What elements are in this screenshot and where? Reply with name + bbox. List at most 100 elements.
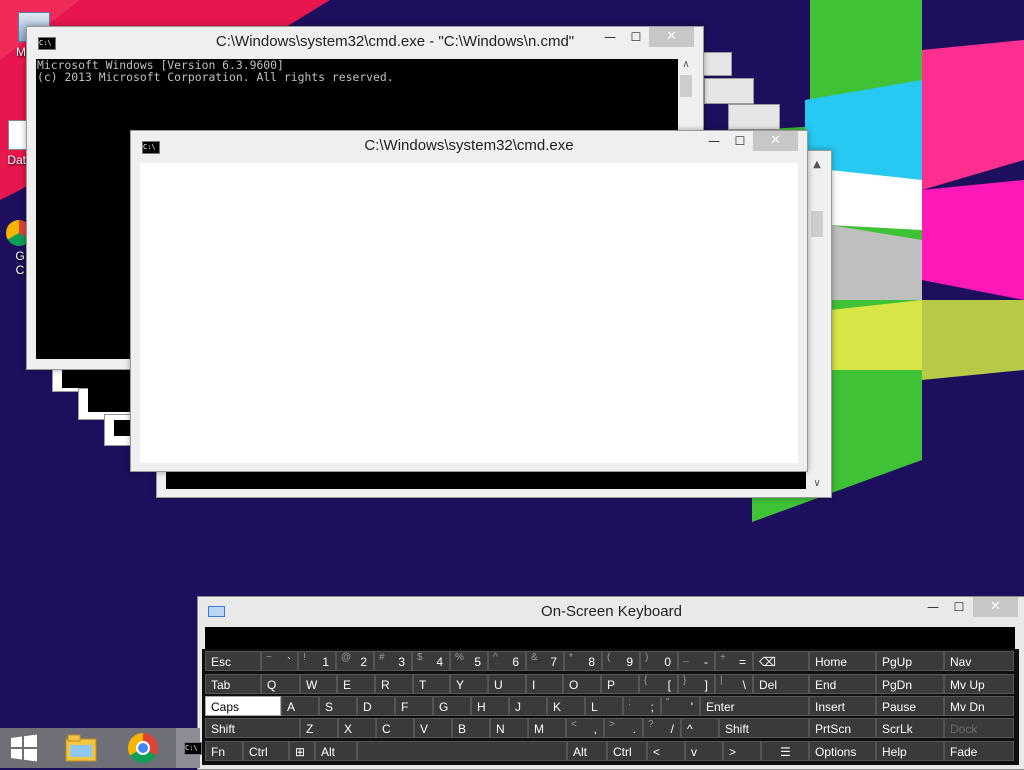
- key-c[interactable]: C: [376, 718, 414, 738]
- key-z[interactable]: Z: [300, 718, 338, 738]
- key-e[interactable]: E: [337, 674, 375, 694]
- scroll-down-arrow[interactable]: ∨: [809, 478, 825, 489]
- chrome-button[interactable]: [116, 728, 168, 768]
- key-alt[interactable]: Alt: [567, 741, 607, 761]
- key-fn[interactable]: Fn: [205, 741, 243, 761]
- key-j[interactable]: J: [509, 696, 547, 716]
- maximize-button[interactable]: ☐: [623, 27, 649, 47]
- key-options[interactable]: Options: [809, 741, 876, 761]
- key-s[interactable]: S: [319, 696, 357, 716]
- key-v[interactable]: V: [414, 718, 452, 738]
- key-esc[interactable]: Esc: [205, 651, 261, 671]
- key-pgup[interactable]: PgUp: [876, 651, 944, 671]
- maximize-button[interactable]: ☐: [946, 597, 972, 617]
- key-symbol-12-row-0[interactable]: _ -: [678, 651, 715, 671]
- key-ctrl[interactable]: Ctrl: [243, 741, 289, 761]
- key-fade[interactable]: Fade: [944, 741, 1014, 761]
- key-h[interactable]: H: [471, 696, 509, 716]
- key-caps[interactable]: Caps: [205, 696, 281, 716]
- key-t[interactable]: T: [413, 674, 450, 694]
- close-button[interactable]: ✕: [973, 597, 1018, 617]
- key-space[interactable]: [357, 741, 567, 761]
- title-bar[interactable]: C:\ C:\Windows\system32\cmd.exe - "C:\Wi…: [27, 27, 703, 57]
- key-shift[interactable]: Shift: [719, 718, 809, 738]
- cmd-window-front[interactable]: C:\ C:\Windows\system32\cmd.exe — ☐ ✕: [130, 130, 808, 472]
- key-symbol-7-row-4[interactable]: <: [647, 741, 685, 761]
- key-k[interactable]: K: [547, 696, 585, 716]
- key-g[interactable]: G: [433, 696, 471, 716]
- key-home[interactable]: Home: [809, 651, 876, 671]
- key-pgdn[interactable]: PgDn: [876, 674, 944, 694]
- key-i[interactable]: I: [526, 674, 563, 694]
- minimize-button[interactable]: —: [920, 597, 946, 617]
- key-b[interactable]: B: [452, 718, 490, 738]
- scroll-up-arrow[interactable]: ▲: [809, 159, 825, 170]
- scroll-thumb[interactable]: [811, 211, 823, 237]
- key-del[interactable]: Del: [753, 674, 809, 694]
- minimize-button[interactable]: —: [597, 27, 623, 47]
- key-alt[interactable]: Alt: [315, 741, 357, 761]
- key-shift[interactable]: Shift: [205, 718, 300, 738]
- close-button[interactable]: ✕: [753, 131, 798, 151]
- key-1[interactable]: ! 1: [298, 651, 336, 671]
- key-pause[interactable]: Pause: [876, 696, 944, 716]
- maximize-button[interactable]: ☐: [727, 131, 753, 151]
- key-8[interactable]: * 8: [564, 651, 602, 671]
- key-symbol-11-row-1[interactable]: {[: [639, 674, 678, 694]
- key-x[interactable]: X: [338, 718, 376, 738]
- key-symbol-12-row-1[interactable]: }]: [678, 674, 715, 694]
- key-o[interactable]: O: [563, 674, 601, 694]
- key-windows[interactable]: ⊞: [289, 741, 315, 761]
- key-tab[interactable]: Tab: [205, 674, 261, 694]
- key-nav[interactable]: Nav: [944, 651, 1014, 671]
- key-symbol-9-row-4[interactable]: >: [723, 741, 761, 761]
- scroll-up-arrow[interactable]: ∧: [678, 59, 694, 70]
- key-p[interactable]: P: [601, 674, 639, 694]
- key-f[interactable]: F: [395, 696, 433, 716]
- minimize-button[interactable]: —: [701, 131, 727, 151]
- close-button[interactable]: ✕: [649, 27, 694, 47]
- key-l[interactable]: L: [585, 696, 623, 716]
- key-9[interactable]: (9: [602, 651, 640, 671]
- key-3[interactable]: #3: [374, 651, 412, 671]
- cmd-console-blank[interactable]: [140, 163, 798, 463]
- key-mv-dn[interactable]: Mv Dn: [944, 696, 1014, 716]
- key-6[interactable]: ^ 6: [488, 651, 526, 671]
- key-w[interactable]: W: [300, 674, 337, 694]
- key-r[interactable]: R: [375, 674, 413, 694]
- key-symbol-14-row-0[interactable]: ⌫: [753, 651, 809, 671]
- key-a[interactable]: A: [281, 696, 319, 716]
- key-d[interactable]: D: [357, 696, 395, 716]
- key-prtscn[interactable]: PrtScn: [809, 718, 876, 738]
- key-dock[interactable]: Dock: [944, 718, 1014, 738]
- key-end[interactable]: End: [809, 674, 876, 694]
- key-ctrl[interactable]: Ctrl: [607, 741, 647, 761]
- key-help[interactable]: Help: [876, 741, 944, 761]
- key-scrlk[interactable]: ScrLk: [876, 718, 944, 738]
- vertical-scrollbar[interactable]: ▲ ∨: [809, 159, 825, 489]
- key-symbol-11-row-3[interactable]: ^: [681, 718, 719, 738]
- cmd-taskbar-button[interactable]: C:\: [176, 728, 202, 768]
- key-m[interactable]: M: [528, 718, 566, 738]
- key-u[interactable]: U: [488, 674, 526, 694]
- key-enter[interactable]: Enter: [700, 696, 809, 716]
- key-mv-up[interactable]: Mv Up: [944, 674, 1014, 694]
- key-symbol-8-row-3[interactable]: <,: [566, 718, 604, 738]
- file-explorer-button[interactable]: [54, 728, 106, 768]
- key-y[interactable]: Y: [450, 674, 488, 694]
- key-5[interactable]: % 5: [450, 651, 488, 671]
- key-insert[interactable]: Insert: [809, 696, 876, 716]
- key-symbol-13-row-0[interactable]: + =: [715, 651, 753, 671]
- key-symbol-10-row-3[interactable]: ? /: [643, 718, 681, 738]
- key-7[interactable]: & 7: [526, 651, 564, 671]
- key-0[interactable]: ) 0: [640, 651, 678, 671]
- key-symbol-13-row-1[interactable]: | \: [715, 674, 753, 694]
- on-screen-keyboard-window[interactable]: On-Screen Keyboard — ☐ ✕ Esc ~ `! 1 @2 #3 $4% 5…: [197, 596, 1024, 770]
- key-symbol-1-row-0[interactable]: ~ `: [261, 651, 298, 671]
- title-bar[interactable]: C:\ C:\Windows\system32\cmd.exe — ☐ ✕: [131, 131, 807, 161]
- key-symbol-11-row-2[interactable]: " ': [661, 696, 700, 716]
- key-q[interactable]: Q: [261, 674, 300, 694]
- start-button[interactable]: [0, 728, 52, 768]
- key-symbol-10-row-2[interactable]: :;: [623, 696, 661, 716]
- key-4[interactable]: $4: [412, 651, 450, 671]
